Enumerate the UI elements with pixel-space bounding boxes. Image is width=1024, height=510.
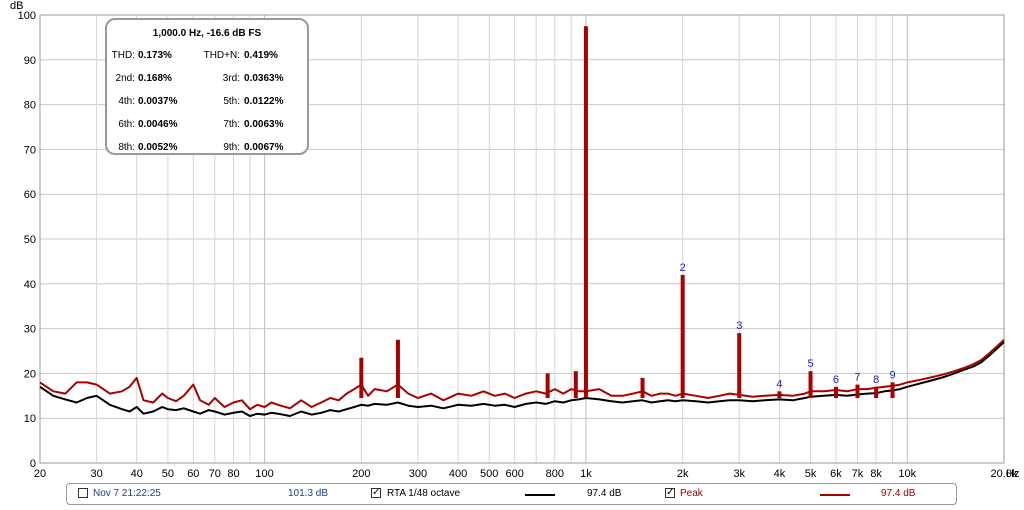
check-icon: ✓ [666, 487, 675, 498]
info-label: 5th: [223, 96, 240, 107]
x-tick-label: 8k [870, 468, 882, 480]
x-tick-label: 2k [677, 468, 689, 480]
info-label: 4th: [118, 96, 135, 107]
info-value: 0.0067% [244, 142, 284, 153]
x-tick-label: 5k [805, 468, 817, 480]
info-value: 0.0046% [138, 119, 178, 130]
harmonic-label: 2 [680, 262, 686, 274]
x-tick-label: 6k [830, 468, 842, 480]
y-tick-label: 90 [24, 55, 36, 67]
harmonic-label: 6 [833, 374, 839, 386]
x-tick-label: 100 [255, 468, 273, 480]
x-tick-label: 80 [227, 468, 239, 480]
legend-date-value: 101.3 dB [288, 488, 329, 499]
y-tick-label: 10 [24, 413, 36, 425]
spectrum-plot: dB 23456 7 8 9 010203040506070809010020 30 40… [10, 0, 1019, 480]
x-tick-label: 400 [449, 468, 467, 480]
harmonic-label: 9 [890, 369, 896, 381]
legend-peak-value: 97.4 dB [881, 488, 916, 499]
info-header: 1,000.0 Hz, -16.6 dB FS [153, 28, 262, 39]
info-label: 9th: [223, 142, 240, 153]
legend-rta-swatch [525, 494, 555, 496]
x-tick-label: 800 [546, 468, 564, 480]
x-tick-label: 300 [409, 468, 427, 480]
info-label: 2nd: [116, 73, 135, 84]
legend-date-checkbox[interactable] [78, 488, 88, 498]
x-tick-label: 70 [209, 468, 221, 480]
harmonic-label: 4 [776, 378, 782, 390]
info-label: THD+N: [204, 50, 240, 61]
info-label: 6th: [118, 119, 135, 130]
y-tick-label: 30 [24, 324, 36, 336]
x-tick-label: 7k [852, 468, 864, 480]
x-tick-label: 600 [505, 468, 523, 480]
harmonic-label: 8 [873, 374, 879, 386]
harmonic-label: 7 [854, 372, 860, 384]
x-tick-label: 50 [162, 468, 174, 480]
y-tick-label: 20 [24, 368, 36, 380]
info-label: 7th: [223, 119, 240, 130]
x-tick-label: 10k [898, 468, 916, 480]
legend-rta-checkbox[interactable]: ✓ [371, 488, 381, 498]
harmonic-label: 3 [736, 320, 742, 332]
info-value: 0.0122% [244, 96, 284, 107]
x-tick-label: 4k [774, 468, 786, 480]
legend-rta-value: 97.4 dB [587, 488, 622, 499]
y-tick-label: 60 [24, 189, 36, 201]
x-tick-label: 20 [34, 468, 46, 480]
y-tick-label: 40 [24, 279, 36, 291]
x-axis-unit: Hz [1006, 468, 1019, 480]
legend-bar: Nov 7 21:22:25 101.3 dB ✓ RTA 1/48 octav… [66, 483, 957, 505]
info-box-frame [105, 18, 309, 155]
check-icon: ✓ [372, 487, 381, 498]
legend-date-label: Nov 7 21:22:25 [93, 488, 161, 499]
x-tick-label: 200 [352, 468, 370, 480]
info-label: 8th: [118, 142, 135, 153]
info-value: 0.0363% [244, 73, 284, 84]
info-value: 0.173% [138, 50, 172, 61]
harmonic-label: 5 [807, 358, 813, 370]
legend-rta-label: RTA 1/48 octave [387, 488, 461, 499]
x-tick-label: 30 [90, 468, 102, 480]
y-tick-label: 70 [24, 144, 36, 156]
x-tick-label: 3k [733, 468, 745, 480]
distortion-info-box[interactable]: 1,000.0 Hz, -16.6 dB FS THD: 0.173% THD+N:… [105, 18, 309, 155]
y-tick-label: 80 [24, 100, 36, 112]
info-value: 0.0037% [138, 96, 178, 107]
info-label: 3rd: [223, 73, 240, 84]
x-tick-label: 40 [131, 468, 143, 480]
info-value: 0.0063% [244, 119, 284, 130]
x-tick-label: 500 [480, 468, 498, 480]
y-tick-label: 50 [24, 234, 36, 246]
info-value: 0.419% [244, 50, 278, 61]
x-tick-label: 60 [187, 468, 199, 480]
x-tick-label: 1k [580, 468, 592, 480]
legend-peak-label: Peak [680, 488, 703, 499]
y-tick-label: 100 [18, 10, 36, 22]
info-label: THD: [112, 50, 135, 61]
legend-peak-swatch [820, 494, 850, 496]
info-value: 0.0052% [138, 142, 178, 153]
legend-peak-checkbox[interactable]: ✓ [665, 488, 675, 498]
info-value: 0.168% [138, 73, 172, 84]
